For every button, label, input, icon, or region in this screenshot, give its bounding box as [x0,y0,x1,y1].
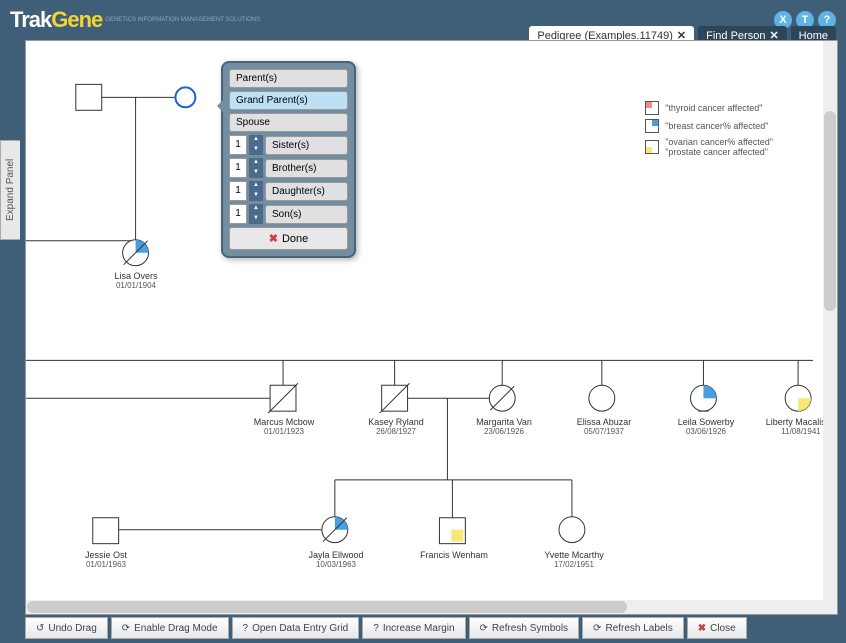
app-logo: Trak Gene GENETICS INFORMATION MANAGEMEN… [10,7,260,33]
open-grid-button[interactable]: ?Open Data Entry Grid [232,617,360,639]
legend-swatch-ovarian-prostate [645,140,659,154]
logo-text-1: Trak [10,7,51,33]
footer-toolbar: ↺Undo Drag ⟳Enable Drag Mode ?Open Data … [25,617,838,639]
popup-sons[interactable]: 1▲▼Son(s) [229,204,348,224]
logo-subtitle: GENETICS INFORMATION MANAGEMENT SOLUTION… [105,17,260,24]
expand-panel-button[interactable]: Expand Panel [0,140,20,240]
close-icon: ✖ [698,623,706,634]
popup-spouse[interactable]: Spouse [229,113,348,132]
close-button[interactable]: ✖Close [687,617,747,639]
person-node[interactable]: Jessie Ost01/01/1963 [71,548,141,569]
person-node[interactable]: Elissa Abuzar05/07/1937 [564,415,644,436]
person-node[interactable]: Margarita Van23/06/1926 [464,415,544,436]
popup-sisters[interactable]: 1▲▼Sister(s) [229,135,348,155]
enable-drag-button[interactable]: ⟳Enable Drag Mode [111,617,229,639]
vertical-scrollbar[interactable] [823,41,837,614]
pedigree-diagram: Lisa Overs01/01/1904 Marcus Mcbow01/01/1… [26,41,823,600]
refresh-icon: ⟳ [593,623,601,634]
person-node[interactable]: Kasey Ryland26/08/1927 [356,415,436,436]
person-node[interactable]: Jayla Ellwood10/03/1963 [296,548,376,569]
popup-daughters[interactable]: 1▲▼Daughter(s) [229,181,348,201]
popup-parents[interactable]: Parent(s) [229,69,348,88]
undo-drag-button[interactable]: ↺Undo Drag [25,617,108,639]
refresh-labels-button[interactable]: ⟳Refresh Labels [582,617,684,639]
popup-grandparents[interactable]: Grand Parent(s) [229,91,348,110]
scroll-thumb[interactable] [27,601,627,613]
popup-brothers[interactable]: 1▲▼Brother(s) [229,158,348,178]
stepper-icon[interactable]: ▲▼ [249,181,263,201]
legend-swatch-thyroid [645,101,659,115]
question-icon: ? [243,623,249,634]
logo-text-2: Gene [51,7,102,33]
add-relative-popup: Parent(s) Grand Parent(s) Spouse 1▲▼Sist… [221,61,356,258]
refresh-symbols-button[interactable]: ⟳Refresh Symbols [469,617,580,639]
person-node[interactable]: Leila Sowerby03/06/1926 [666,415,746,436]
person-node[interactable]: Yvette Mcarthy17/02/1951 [534,548,614,569]
legend: "thyroid cancer affected" "breast cancer… [645,101,773,161]
scroll-thumb[interactable] [824,111,836,311]
horizontal-scrollbar[interactable] [26,600,823,614]
stepper-icon[interactable]: ▲▼ [249,135,263,155]
pedigree-canvas[interactable]: Lisa Overs01/01/1904 Marcus Mcbow01/01/1… [25,40,838,615]
person-node[interactable]: Marcus Mcbow01/01/1923 [244,415,324,436]
undo-icon: ↺ [36,623,44,634]
increase-margin-button[interactable]: ?Increase Margin [362,617,465,639]
person-node[interactable]: Lisa Overs01/01/1904 [101,269,171,290]
refresh-icon: ⟳ [122,623,130,634]
stepper-icon[interactable]: ▲▼ [249,204,263,224]
close-icon: ✖ [269,233,278,245]
stepper-icon[interactable]: ▲▼ [249,158,263,178]
person-node[interactable]: Francis Wenham [414,548,494,560]
popup-done-button[interactable]: ✖Done [229,227,348,250]
legend-swatch-breast [645,119,659,133]
refresh-icon: ⟳ [480,623,488,634]
question-icon: ? [373,623,379,634]
